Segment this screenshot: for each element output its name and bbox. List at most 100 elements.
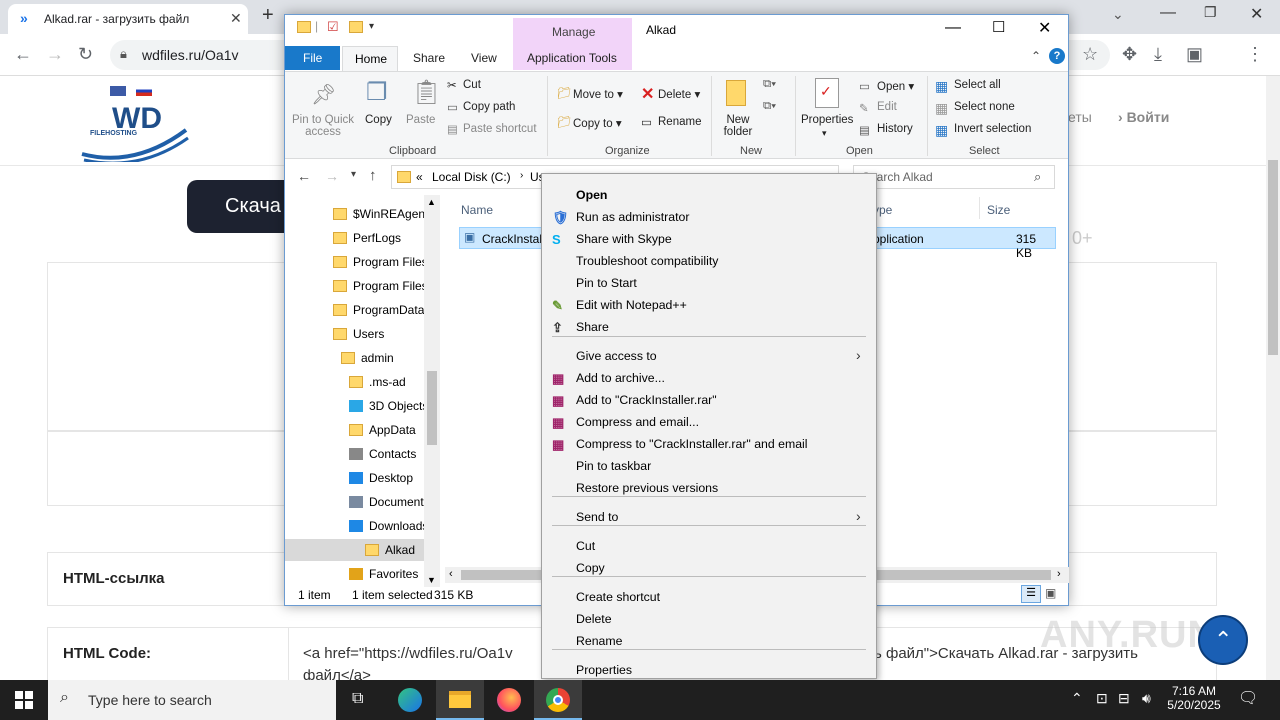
login-link[interactable]: › Войти	[1118, 109, 1169, 125]
task-view-icon[interactable]: ⧉	[338, 680, 386, 720]
tree-item[interactable]: Users	[285, 323, 424, 345]
column-size[interactable]: Size	[987, 203, 1010, 217]
recent-locations-icon[interactable]: ▾	[351, 169, 356, 180]
properties-qat-icon[interactable]: ☑	[327, 19, 339, 35]
help-icon[interactable]: ?	[1049, 48, 1065, 64]
breadcrumb-chevron-icon[interactable]: ›	[520, 170, 523, 181]
tree-item[interactable]: Alkad	[285, 539, 424, 561]
tree-item[interactable]: Program Files	[285, 251, 424, 273]
restore-icon[interactable]: ❐	[1204, 4, 1217, 21]
extensions-icon[interactable]: ✥	[1122, 44, 1137, 65]
flag-ru-icon[interactable]	[136, 86, 152, 96]
back-icon[interactable]: ←	[14, 44, 32, 65]
html-code-value-1[interactable]: <a href="https://wdfiles.ru/Oa1v	[303, 645, 513, 662]
history-button[interactable]: History	[877, 123, 913, 135]
large-icons-view-icon[interactable]: ▣	[1045, 586, 1056, 600]
properties-button[interactable]: Properties	[801, 114, 853, 126]
scroll-right-icon[interactable]: ›	[1057, 568, 1061, 580]
downloads-icon[interactable]: ⤓	[1154, 44, 1162, 65]
up-icon[interactable]: ↑	[369, 167, 377, 184]
tree-item[interactable]: Documents	[285, 491, 424, 513]
tree-item[interactable]: $WinREAgent	[285, 203, 424, 225]
tab-search-icon[interactable]: ⌄	[1112, 6, 1124, 23]
edit-button[interactable]: Edit	[877, 101, 897, 113]
page-scrollbar-thumb[interactable]	[1268, 160, 1278, 355]
collapse-ribbon-icon[interactable]: ⌃	[1031, 49, 1041, 63]
tree-item[interactable]: PerfLogs	[285, 227, 424, 249]
notifications-icon[interactable]: 🗨︎	[1238, 688, 1258, 708]
new-folder-qat-icon[interactable]	[349, 21, 363, 33]
file-explorer-taskbar-icon[interactable]	[436, 680, 484, 720]
paste-button[interactable]: Paste	[406, 114, 435, 126]
nav-back-icon[interactable]: ←	[297, 168, 311, 184]
volume-icon[interactable]: 🔊︎	[1142, 690, 1151, 707]
new-folder-button[interactable]: New folder	[723, 114, 753, 138]
minimize-explorer-icon[interactable]: —	[945, 19, 961, 37]
tree-scroll-up-icon[interactable]: ▲	[427, 197, 436, 207]
flag-us-icon[interactable]	[110, 86, 126, 96]
tree-item[interactable]: Desktop	[285, 467, 424, 489]
column-name[interactable]: Name	[461, 203, 493, 217]
delete-button[interactable]: Delete ▾	[658, 87, 700, 101]
open-button[interactable]: Open ▾	[877, 79, 914, 93]
windows-start-icon[interactable]	[15, 691, 33, 709]
paste-shortcut-button[interactable]: Paste shortcut	[463, 123, 537, 135]
tree-item[interactable]: ProgramData	[285, 299, 424, 321]
details-view-icon[interactable]: ☰	[1021, 585, 1041, 603]
tree-item[interactable]: AppData	[285, 419, 424, 441]
taskbar-search-box[interactable]: ⌕ Type here to search	[48, 680, 336, 720]
tree-item[interactable]: Favorites	[285, 563, 424, 585]
scroll-left-icon[interactable]: ‹	[449, 568, 453, 580]
tree-scrollbar[interactable]: ▲ ▼	[424, 195, 440, 587]
select-none-button[interactable]: Select none	[954, 101, 1015, 113]
menu-icon[interactable]: ⋮	[1246, 44, 1264, 65]
tree-item[interactable]: admin	[285, 347, 424, 369]
tree-scroll-thumb[interactable]	[427, 371, 437, 445]
copy-button[interactable]: Copy	[365, 114, 392, 126]
reload-icon[interactable]: ↻	[78, 44, 93, 65]
search-box[interactable]: Search Alkad ⌕	[853, 165, 1055, 189]
network-icon[interactable]: ⊟	[1118, 690, 1130, 707]
nav-forward-icon[interactable]: →	[325, 168, 339, 184]
maximize-explorer-icon[interactable]: ☐	[992, 18, 1005, 36]
copy-path-button[interactable]: Copy path	[463, 101, 515, 113]
tab-share[interactable]: Share	[413, 51, 445, 65]
firefox-icon[interactable]	[485, 680, 533, 720]
anyrun-badge-icon[interactable]: ⌃	[1198, 615, 1248, 665]
tree-item[interactable]: 3D Objects	[285, 395, 424, 417]
tree-item[interactable]: Contacts	[285, 443, 424, 465]
invert-selection-button[interactable]: Invert selection	[954, 123, 1031, 135]
minimize-icon[interactable]: —	[1160, 4, 1176, 22]
forward-icon[interactable]: →	[46, 44, 64, 65]
tab-view[interactable]: View	[471, 51, 497, 65]
tree-item[interactable]: Downloads	[285, 515, 424, 537]
edge-icon[interactable]	[386, 680, 434, 720]
qat-dropdown-icon[interactable]: ▾	[369, 21, 374, 32]
tab-home[interactable]: Home	[342, 46, 398, 71]
pin-quick-access-button[interactable]: Pin to Quick access	[292, 114, 354, 138]
tray-device-icon[interactable]: ⊡	[1096, 690, 1108, 707]
new-item-icon[interactable]: ⧉▾	[763, 78, 776, 91]
easy-access-icon[interactable]: ⧉▾	[763, 100, 776, 113]
site-logo[interactable]: WD FILEHOSTING	[80, 100, 190, 162]
search-icon[interactable]: ⌕	[1034, 169, 1041, 185]
tree-item[interactable]: Program Files	[285, 275, 424, 297]
tab-file[interactable]: File	[285, 46, 340, 70]
close-tab-icon[interactable]: ✕	[230, 10, 242, 27]
browser-tab[interactable]: » Alkad.rar - загрузить файл ✕	[8, 4, 248, 34]
close-window-icon[interactable]: ✕	[1250, 4, 1263, 24]
bookmark-star-icon[interactable]: ☆	[1082, 44, 1098, 65]
select-all-button[interactable]: Select all	[954, 79, 1001, 91]
sidepanel-icon[interactable]: ▣	[1186, 44, 1203, 65]
tree-scroll-down-icon[interactable]: ▼	[427, 575, 436, 585]
rename-button[interactable]: Rename	[658, 116, 701, 128]
copy-to-button[interactable]: Copy to ▾	[573, 116, 622, 130]
chrome-icon[interactable]	[534, 680, 582, 720]
close-explorer-icon[interactable]: ✕	[1038, 18, 1051, 38]
address-overflow[interactable]: «	[416, 170, 423, 184]
clock[interactable]: 7:16 AM 5/20/2025	[1162, 684, 1226, 712]
properties-dropdown-icon[interactable]: ▾	[822, 128, 827, 139]
cut-button[interactable]: Cut	[463, 79, 481, 91]
tab-application-tools[interactable]: Application Tools	[527, 51, 617, 65]
move-to-button[interactable]: Move to ▾	[573, 87, 623, 101]
